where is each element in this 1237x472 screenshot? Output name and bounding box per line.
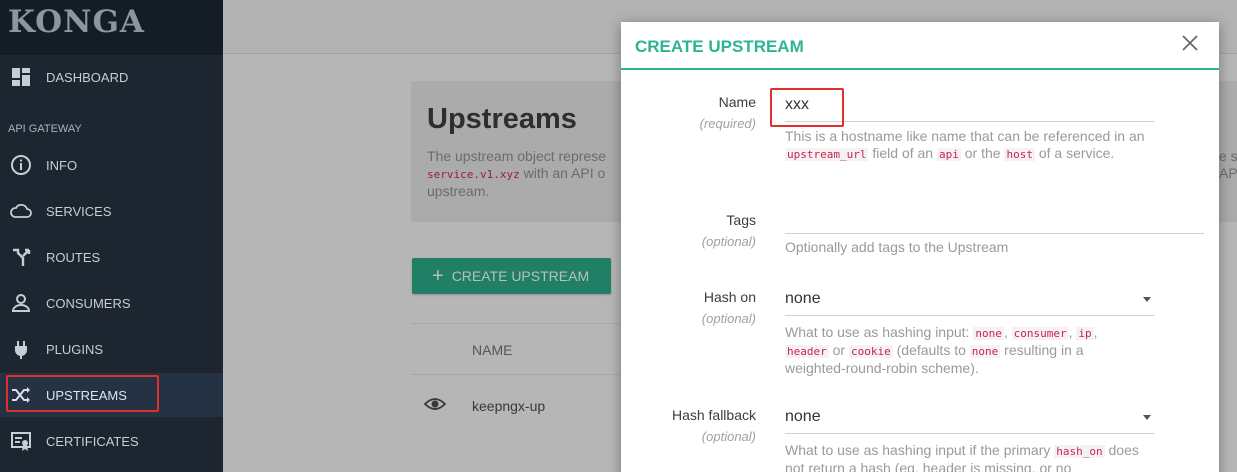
modal-header: CREATE UPSTREAM: [621, 22, 1219, 70]
help-text: ,: [1093, 324, 1098, 340]
info-icon: [9, 154, 33, 176]
inline-code: cookie: [848, 345, 893, 358]
chevron-down-icon[interactable]: [1143, 297, 1151, 302]
create-upstream-modal: CREATE UPSTREAM Name (required) xxx This…: [621, 22, 1219, 472]
user-icon: [9, 292, 33, 314]
name-required-hint: (required): [699, 116, 756, 131]
sidebar-item-plugins[interactable]: PLUGINS: [0, 327, 223, 371]
sidebar-item-routes[interactable]: ROUTES: [0, 235, 223, 279]
help-text: What to use as hashing input:: [785, 324, 974, 340]
sidebar-item-dashboard[interactable]: DASHBOARD: [0, 55, 223, 99]
help-text: or the: [960, 145, 1005, 161]
tags-label: Tags: [726, 212, 756, 228]
inline-code: upstream_url: [785, 148, 869, 161]
inline-code: consumer: [1011, 327, 1069, 340]
tags-input[interactable]: [785, 202, 1204, 234]
help-text: What to use as hashing input if the prim…: [785, 442, 1055, 458]
brand-logo[interactable]: KONGA: [0, 0, 223, 55]
sidebar-item-label: ROUTES: [46, 249, 101, 265]
hash-fallback-optional-hint: (optional): [701, 429, 756, 444]
tags-optional-hint: (optional): [701, 234, 756, 249]
hash-on-selected-value: none: [785, 290, 821, 307]
hash-on-label: Hash on: [703, 289, 756, 305]
name-help: This is a hostname like name that can be…: [785, 128, 1155, 163]
sidebar-item-info[interactable]: INFO: [0, 143, 223, 187]
hash-fallback-selected-value: none: [785, 408, 821, 425]
name-highlight-box: [770, 88, 844, 127]
sidebar-item-label: DASHBOARD: [46, 69, 129, 85]
sidebar-item-services[interactable]: SERVICES: [0, 189, 223, 233]
help-text: (defaults to: [892, 342, 970, 358]
inline-code: none: [973, 327, 1004, 340]
sidebar-item-label: CERTIFICATES: [46, 433, 139, 449]
help-text: field of an: [868, 145, 937, 161]
help-text: or: [828, 342, 849, 358]
upstreams-highlight-box: [6, 375, 159, 412]
sidebar-item-label: CONSUMERS: [46, 295, 131, 311]
chevron-down-icon[interactable]: [1143, 415, 1151, 420]
inline-code: header: [785, 345, 829, 358]
close-icon[interactable]: [1179, 32, 1201, 54]
sidebar-item-label: PLUGINS: [46, 341, 104, 357]
hash-fallback-select[interactable]: none: [785, 402, 1154, 434]
modal-title: CREATE UPSTREAM: [635, 37, 804, 56]
hash-fallback-label: Hash fallback: [671, 407, 756, 423]
sidebar-section-label: API GATEWAY: [8, 123, 82, 135]
routes-icon: [9, 246, 33, 268]
sidebar: KONGA DASHBOARD API GATEWAY INFO SERVICE…: [0, 0, 223, 472]
cloud-icon: [9, 200, 33, 222]
name-label: Name: [718, 94, 756, 110]
inline-code: host: [1004, 148, 1035, 161]
sidebar-item-certificates[interactable]: CERTIFICATES: [0, 419, 223, 463]
inline-code: none: [969, 345, 1001, 358]
inline-code: api: [936, 148, 961, 161]
help-text: ,: [1003, 324, 1012, 340]
hash-on-help: What to use as hashing input: none, cons…: [785, 324, 1135, 377]
hash-on-optional-hint: (optional): [701, 311, 756, 326]
tags-help: Optionally add tags to the Upstream: [785, 239, 1009, 255]
dashboard-icon: [9, 66, 33, 88]
sidebar-item-consumers[interactable]: CONSUMERS: [0, 281, 223, 325]
sidebar-item-label: SERVICES: [46, 203, 112, 219]
inline-code: ip: [1076, 327, 1094, 340]
inline-code: hash_on: [1054, 445, 1105, 458]
help-text: This is a hostname like name that can be…: [785, 128, 1145, 144]
hash-on-select[interactable]: none: [785, 284, 1154, 316]
certificate-icon: [9, 430, 33, 452]
plug-icon: [9, 338, 33, 360]
sidebar-item-label: INFO: [46, 157, 78, 173]
hash-fallback-help: What to use as hashing input if the prim…: [785, 442, 1145, 472]
help-text: of a service.: [1034, 145, 1115, 161]
